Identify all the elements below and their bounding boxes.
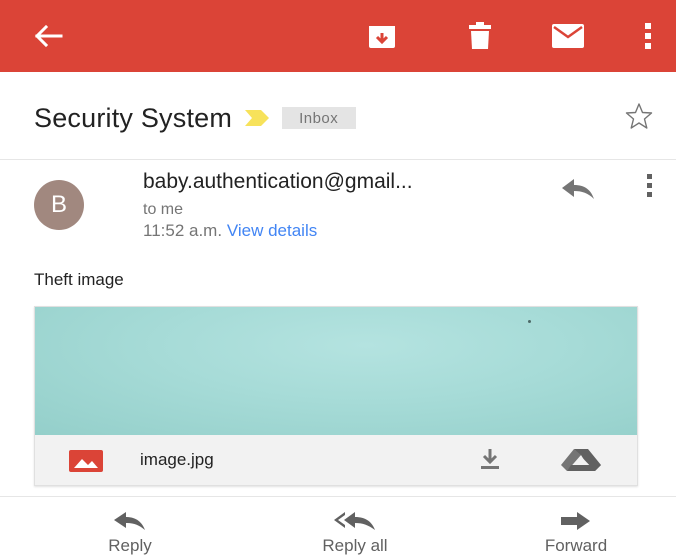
- avatar-letter: B: [50, 191, 67, 218]
- importance-marker-icon[interactable]: [244, 109, 270, 127]
- divider: [0, 159, 676, 160]
- time-row: 11:52 a.m. View details: [143, 221, 317, 241]
- reply-icon: [114, 512, 145, 530]
- subject-title: Security System: [34, 102, 233, 133]
- image-file-icon: [69, 450, 103, 477]
- message-time: 11:52 a.m.: [143, 221, 223, 240]
- reply-all-icon: [334, 512, 375, 530]
- sender-address: baby.authentication@gmail...: [143, 170, 413, 193]
- forward-label: Forward: [544, 536, 608, 555]
- view-details-link[interactable]: View details: [227, 221, 317, 240]
- subject-row: Security System Inbox: [34, 100, 357, 136]
- back-button[interactable]: [20, 0, 76, 72]
- message-body: Theft image: [34, 270, 124, 289]
- download-icon[interactable]: [478, 447, 502, 476]
- mark-unread-button[interactable]: [540, 0, 596, 72]
- drive-icon[interactable]: [561, 449, 601, 476]
- avatar[interactable]: B: [34, 180, 84, 230]
- forward-icon: [561, 512, 590, 530]
- reply-all-button[interactable]: Reply all: [300, 512, 410, 556]
- star-icon[interactable]: [625, 102, 653, 135]
- more-options-button[interactable]: [628, 0, 668, 72]
- trash-icon: [469, 22, 491, 49]
- app-bar: [0, 0, 676, 72]
- reply-button[interactable]: Reply: [88, 512, 172, 556]
- reply-icon[interactable]: [560, 178, 596, 205]
- attachment-file-name: image.jpg: [140, 450, 214, 469]
- reply-all-label: Reply all: [322, 536, 388, 555]
- attachment-footer: image.jpg: [35, 435, 637, 485]
- attachment-card[interactable]: image.jpg: [34, 306, 638, 486]
- envelope-icon: [552, 24, 584, 48]
- message-more-icon[interactable]: [646, 174, 654, 203]
- more-vert-icon: [645, 23, 651, 49]
- forward-button[interactable]: Forward: [526, 512, 626, 556]
- arrow-left-icon: [34, 24, 63, 48]
- archive-button[interactable]: [354, 0, 410, 72]
- reply-label: Reply: [108, 536, 152, 555]
- recipient-text: to me: [143, 201, 184, 218]
- delete-button[interactable]: [452, 0, 508, 72]
- archive-icon: [369, 26, 395, 48]
- attachment-preview[interactable]: [35, 307, 637, 435]
- inbox-label[interactable]: Inbox: [282, 107, 357, 129]
- divider: [0, 496, 676, 497]
- image-speck: [528, 320, 531, 323]
